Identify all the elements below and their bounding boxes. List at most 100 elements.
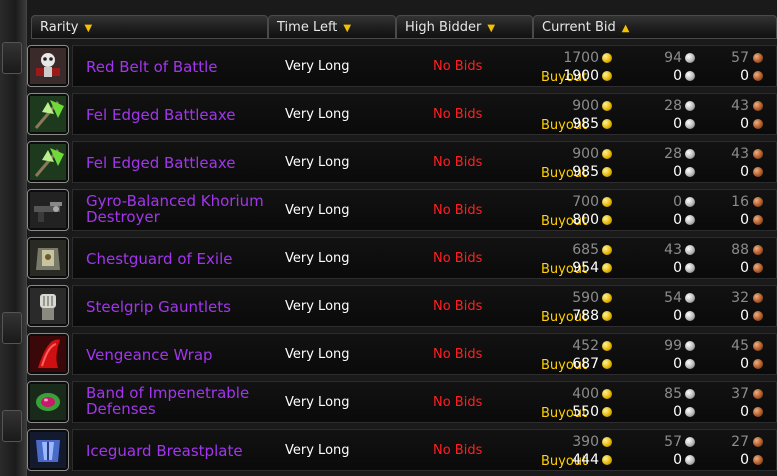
- time-left: Very Long: [285, 107, 350, 122]
- bid-gold-amount: 400: [572, 386, 599, 402]
- gold-coin-icon: [602, 101, 612, 111]
- buyout-silver-amount: 0: [673, 164, 682, 180]
- copper-coin-icon: [753, 167, 763, 177]
- copper-coin-icon: [753, 245, 763, 255]
- auction-row[interactable]: Band of Impenetrable Defenses Very Long …: [27, 378, 777, 424]
- auction-row[interactable]: Red Belt of Battle Very Long No Bids Buy…: [27, 42, 777, 88]
- item-name[interactable]: Gyro-Balanced Khorium Destroyer: [86, 193, 276, 225]
- current-bid: 900 28 43: [539, 98, 769, 114]
- current-bid: 390 57 27: [539, 434, 769, 450]
- sort-up-icon: ▲: [621, 23, 630, 34]
- breastplate-icon[interactable]: [27, 429, 69, 471]
- auction-row[interactable]: Gyro-Balanced Khorium Destroyer Very Lon…: [27, 186, 777, 232]
- gold-coin-icon: [602, 149, 612, 159]
- cloak-icon[interactable]: [27, 333, 69, 375]
- high-bidder: No Bids: [433, 299, 483, 314]
- buyout-silver-amount: 0: [673, 260, 682, 276]
- chestguard-icon[interactable]: [27, 237, 69, 279]
- item-name[interactable]: Vengeance Wrap: [86, 347, 276, 363]
- item-name[interactable]: Fel Edged Battleaxe: [86, 155, 276, 171]
- current-bid: 590 54 32: [539, 290, 769, 306]
- bid-gold-amount: 700: [572, 194, 599, 210]
- bid-silver-amount: 85: [664, 386, 682, 402]
- gold-coin-icon: [602, 455, 612, 465]
- bid-gold-amount: 590: [572, 290, 599, 306]
- current-bid: 700 0 16: [539, 194, 769, 210]
- item-name[interactable]: Chestguard of Exile: [86, 251, 276, 267]
- frame-knob: [2, 312, 22, 344]
- gold-coin-icon: [602, 197, 612, 207]
- current-bid: 400 85 37: [539, 386, 769, 402]
- copper-coin-icon: [753, 197, 763, 207]
- auction-row[interactable]: Fel Edged Battleaxe Very Long No Bids Bu…: [27, 138, 777, 184]
- gold-coin-icon: [602, 263, 612, 273]
- buyout-copper-amount: 0: [740, 404, 749, 420]
- battleaxe-icon[interactable]: [27, 93, 69, 135]
- high-bidder: No Bids: [433, 251, 483, 266]
- column-label: Time Left: [277, 20, 338, 35]
- copper-coin-icon: [753, 407, 763, 417]
- gun-icon[interactable]: [27, 189, 69, 231]
- gold-coin-icon: [602, 71, 612, 81]
- column-label: Rarity: [40, 20, 79, 35]
- bid-copper-amount: 16: [731, 194, 749, 210]
- auction-row[interactable]: Fel Edged Battleaxe Very Long No Bids Bu…: [27, 90, 777, 136]
- buyout-price: 954 0 0: [539, 260, 769, 276]
- item-name[interactable]: Fel Edged Battleaxe: [86, 107, 276, 123]
- time-left: Very Long: [285, 203, 350, 218]
- current-bid: 685 43 88: [539, 242, 769, 258]
- auction-row[interactable]: Chestguard of Exile Very Long No Bids Bu…: [27, 234, 777, 280]
- bid-copper-amount: 27: [731, 434, 749, 450]
- gold-coin-icon: [602, 293, 612, 303]
- gold-coin-icon: [602, 389, 612, 399]
- item-name[interactable]: Steelgrip Gauntlets: [86, 299, 276, 315]
- gold-coin-icon: [602, 53, 612, 63]
- bid-silver-amount: 28: [664, 98, 682, 114]
- time-left: Very Long: [285, 155, 350, 170]
- buyout-gold-amount: 1900: [563, 68, 599, 84]
- sort-time-left-button[interactable]: Time Left ▼: [268, 15, 396, 39]
- auction-row[interactable]: Vengeance Wrap Very Long No Bids Buyout …: [27, 330, 777, 376]
- frame-scroll-knob[interactable]: [2, 42, 22, 74]
- auction-row[interactable]: Steelgrip Gauntlets Very Long No Bids Bu…: [27, 282, 777, 328]
- time-left: Very Long: [285, 347, 350, 362]
- bid-gold-amount: 900: [572, 146, 599, 162]
- buyout-copper-amount: 0: [740, 68, 749, 84]
- belt-icon[interactable]: [27, 45, 69, 87]
- sort-rarity-button[interactable]: Rarity ▼: [31, 15, 268, 39]
- bid-copper-amount: 37: [731, 386, 749, 402]
- buyout-price: 1900 0 0: [539, 68, 769, 84]
- item-name[interactable]: Band of Impenetrable Defenses: [86, 385, 276, 417]
- bid-gold-amount: 900: [572, 98, 599, 114]
- copper-coin-icon: [753, 71, 763, 81]
- gauntlets-icon[interactable]: [27, 285, 69, 327]
- time-left: Very Long: [285, 251, 350, 266]
- copper-coin-icon: [753, 149, 763, 159]
- sort-high-bidder-button[interactable]: High Bidder ▼: [396, 15, 533, 39]
- item-name[interactable]: Red Belt of Battle: [86, 59, 276, 75]
- bid-silver-amount: 94: [664, 50, 682, 66]
- copper-coin-icon: [753, 293, 763, 303]
- buyout-copper-amount: 0: [740, 356, 749, 372]
- gold-coin-icon: [602, 437, 612, 447]
- ring-icon[interactable]: [27, 381, 69, 423]
- bid-copper-amount: 32: [731, 290, 749, 306]
- buyout-price: 985 0 0: [539, 164, 769, 180]
- buyout-silver-amount: 0: [673, 404, 682, 420]
- sort-current-bid-button[interactable]: Current Bid ▲: [533, 15, 777, 39]
- auction-row[interactable]: Iceguard Breastplate Very Long No Bids B…: [27, 426, 777, 472]
- battleaxe-icon[interactable]: [27, 141, 69, 183]
- copper-coin-icon: [753, 311, 763, 321]
- buyout-silver-amount: 0: [673, 356, 682, 372]
- copper-coin-icon: [753, 101, 763, 111]
- buyout-copper-amount: 0: [740, 308, 749, 324]
- buyout-gold-amount: 550: [572, 404, 599, 420]
- bid-gold-amount: 390: [572, 434, 599, 450]
- buyout-silver-amount: 0: [673, 308, 682, 324]
- bid-gold-amount: 1700: [563, 50, 599, 66]
- buyout-silver-amount: 0: [673, 68, 682, 84]
- gold-coin-icon: [602, 359, 612, 369]
- item-name[interactable]: Iceguard Breastplate: [86, 443, 276, 459]
- buyout-gold-amount: 800: [572, 212, 599, 228]
- high-bidder: No Bids: [433, 395, 483, 410]
